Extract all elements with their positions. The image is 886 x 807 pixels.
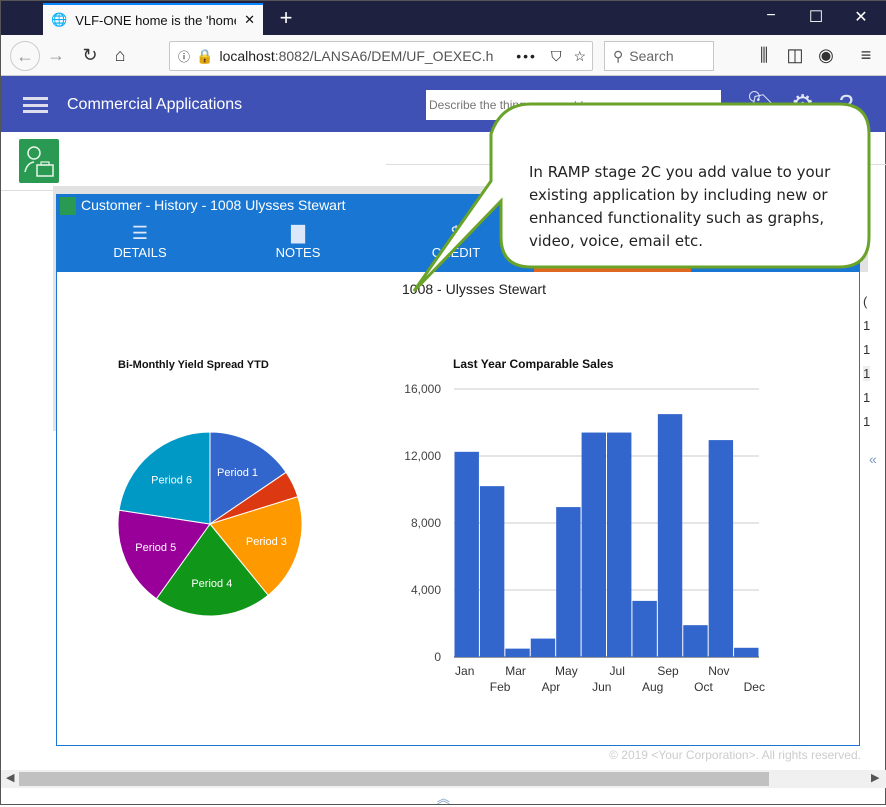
- tab-label: CREDIT: [431, 245, 481, 260]
- hamburger-menu-icon[interactable]: [23, 97, 48, 113]
- dollar-icon: $: [450, 223, 461, 243]
- gear-icon[interactable]: ⚙: [791, 89, 814, 120]
- account-icon[interactable]: ◉: [813, 45, 839, 66]
- search-icon: ⚲: [613, 47, 624, 64]
- scroll-right-icon[interactable]: ▶: [871, 771, 879, 784]
- pie-label: Period 6: [151, 474, 192, 486]
- page-actions-icon[interactable]: •••: [516, 48, 537, 64]
- search-placeholder: Search: [629, 48, 674, 64]
- pie-label: Period 5: [135, 542, 176, 554]
- customer-name: 1008 - Ulysses Stewart: [402, 281, 546, 297]
- expand-up-icon[interactable]: ︽: [437, 788, 450, 807]
- y-tick-label: 4,000: [411, 583, 441, 597]
- x-tick-label: May: [555, 664, 578, 678]
- collapse-panel-icon[interactable]: «: [869, 451, 877, 467]
- y-tick-label: 8,000: [411, 516, 441, 530]
- tag-icon[interactable]: 🏷: [746, 89, 779, 120]
- maximize-button[interactable]: ☐: [801, 7, 831, 27]
- tab-title: VLF-ONE home is the 'home pa: [75, 12, 236, 28]
- info-icon: ⓘ: [178, 49, 191, 64]
- callout-text: In RAMP stage 2C you add value to your e…: [529, 163, 831, 250]
- right-list-item: 1: [863, 342, 871, 357]
- menu-icon[interactable]: ≡: [853, 45, 879, 66]
- home-icon[interactable]: ⌂: [107, 45, 133, 66]
- divider: [1, 190, 56, 191]
- note-icon: ▇: [291, 223, 305, 243]
- bar: [454, 451, 479, 657]
- scroll-left-icon[interactable]: ◀: [6, 771, 14, 784]
- browser-search[interactable]: ⚲ Search: [604, 41, 714, 71]
- insecure-lock-icon: 🔒: [196, 47, 214, 64]
- right-list-item: 1: [863, 366, 871, 381]
- help-icon[interactable]: ?: [839, 89, 853, 120]
- panel-title: Customer - History - 1008 Ulysses Stewar…: [81, 197, 346, 213]
- sidebar-icon[interactable]: ◫: [782, 45, 808, 66]
- x-tick-label: Feb: [490, 680, 511, 694]
- app-search-input[interactable]: [426, 90, 721, 120]
- y-tick-label: 12,000: [404, 449, 441, 463]
- url-path: :8082/LANSA6/DEM/UF_OEXEC.h: [274, 48, 494, 64]
- bar: [632, 600, 657, 657]
- x-tick-label: Apr: [542, 680, 561, 694]
- bookmark-star-icon[interactable]: ☆: [573, 48, 586, 65]
- x-tick-label: Nov: [708, 664, 729, 678]
- bar: [556, 507, 581, 657]
- list-icon: ☰: [131, 223, 149, 243]
- right-list-item: 1: [863, 318, 871, 333]
- customer-icon: [60, 197, 76, 215]
- bar: [607, 432, 632, 657]
- tab-label: DETAILS: [113, 245, 167, 260]
- x-tick-label: Aug: [642, 680, 663, 694]
- library-icon[interactable]: ⫼: [751, 45, 777, 66]
- x-tick-label: Jan: [455, 664, 474, 678]
- x-tick-label: Dec: [744, 680, 765, 694]
- x-tick-label: Jul: [610, 664, 625, 678]
- pie-label: Period 3: [246, 536, 287, 548]
- pie-chart: Period 1 Period 3 Period 4 Period 5 Period 6: [117, 431, 303, 617]
- app-title: Commercial Applications: [67, 96, 243, 113]
- bar: [505, 648, 530, 657]
- y-tick-label: 0: [434, 650, 441, 664]
- bar: [657, 414, 683, 657]
- new-tab-button[interactable]: +: [271, 5, 301, 31]
- scrollbar-thumb[interactable]: [19, 772, 769, 786]
- active-tab-indicator: [534, 268, 691, 272]
- customer-app-icon[interactable]: [19, 139, 59, 183]
- x-tick-label: Oct: [694, 680, 713, 694]
- pie-label: Period 1: [217, 467, 258, 479]
- bar: [708, 440, 734, 657]
- pocket-icon[interactable]: ⛉: [551, 48, 562, 65]
- bar: [683, 625, 708, 657]
- bar: [734, 647, 759, 657]
- browser-tab[interactable]: 🌐 VLF-ONE home is the 'home pa ✕: [43, 3, 263, 35]
- x-tick-label: Mar: [505, 664, 526, 678]
- right-list-item: 1: [863, 414, 871, 429]
- footer-copyright: © 2019 <Your Corporation>. All rights re…: [609, 748, 861, 762]
- bar: [479, 486, 505, 657]
- globe-icon: 🌐: [51, 12, 68, 27]
- forward-icon[interactable]: →: [43, 45, 69, 66]
- minimize-button[interactable]: −: [756, 7, 786, 25]
- url-bar[interactable]: ⓘ 🔒 localhost:8082/LANSA6/DEM/UF_OEXEC.h…: [169, 41, 593, 71]
- reload-icon[interactable]: ↻: [77, 45, 103, 66]
- tab-notes[interactable]: ▇ NOTES: [218, 223, 378, 260]
- x-tick-label: Jun: [592, 680, 611, 694]
- bar-chart-title: Last Year Comparable Sales: [453, 357, 614, 371]
- tab-label: NOTES: [275, 245, 321, 260]
- bar: [530, 638, 556, 657]
- bar-chart: 0 4,000 8,000 12,000 16,000 Jan Feb Mar Apr May Ju…: [404, 382, 765, 694]
- x-tick-label: Sep: [657, 664, 679, 678]
- tab-details[interactable]: ☰ DETAILS: [60, 223, 220, 260]
- url-host: localhost: [219, 48, 275, 64]
- close-window-button[interactable]: ✕: [846, 7, 876, 27]
- y-tick-label: 16,000: [404, 382, 441, 396]
- back-icon[interactable]: ←: [10, 41, 40, 71]
- right-list-item: 1: [863, 390, 871, 405]
- bar: [581, 432, 606, 657]
- pie-label: Period 4: [191, 578, 232, 590]
- tab-credit[interactable]: $ CREDIT: [376, 223, 536, 260]
- pie-chart-title: Bi-Monthly Yield Spread YTD: [118, 359, 269, 371]
- tab-close-icon[interactable]: ✕: [244, 12, 255, 28]
